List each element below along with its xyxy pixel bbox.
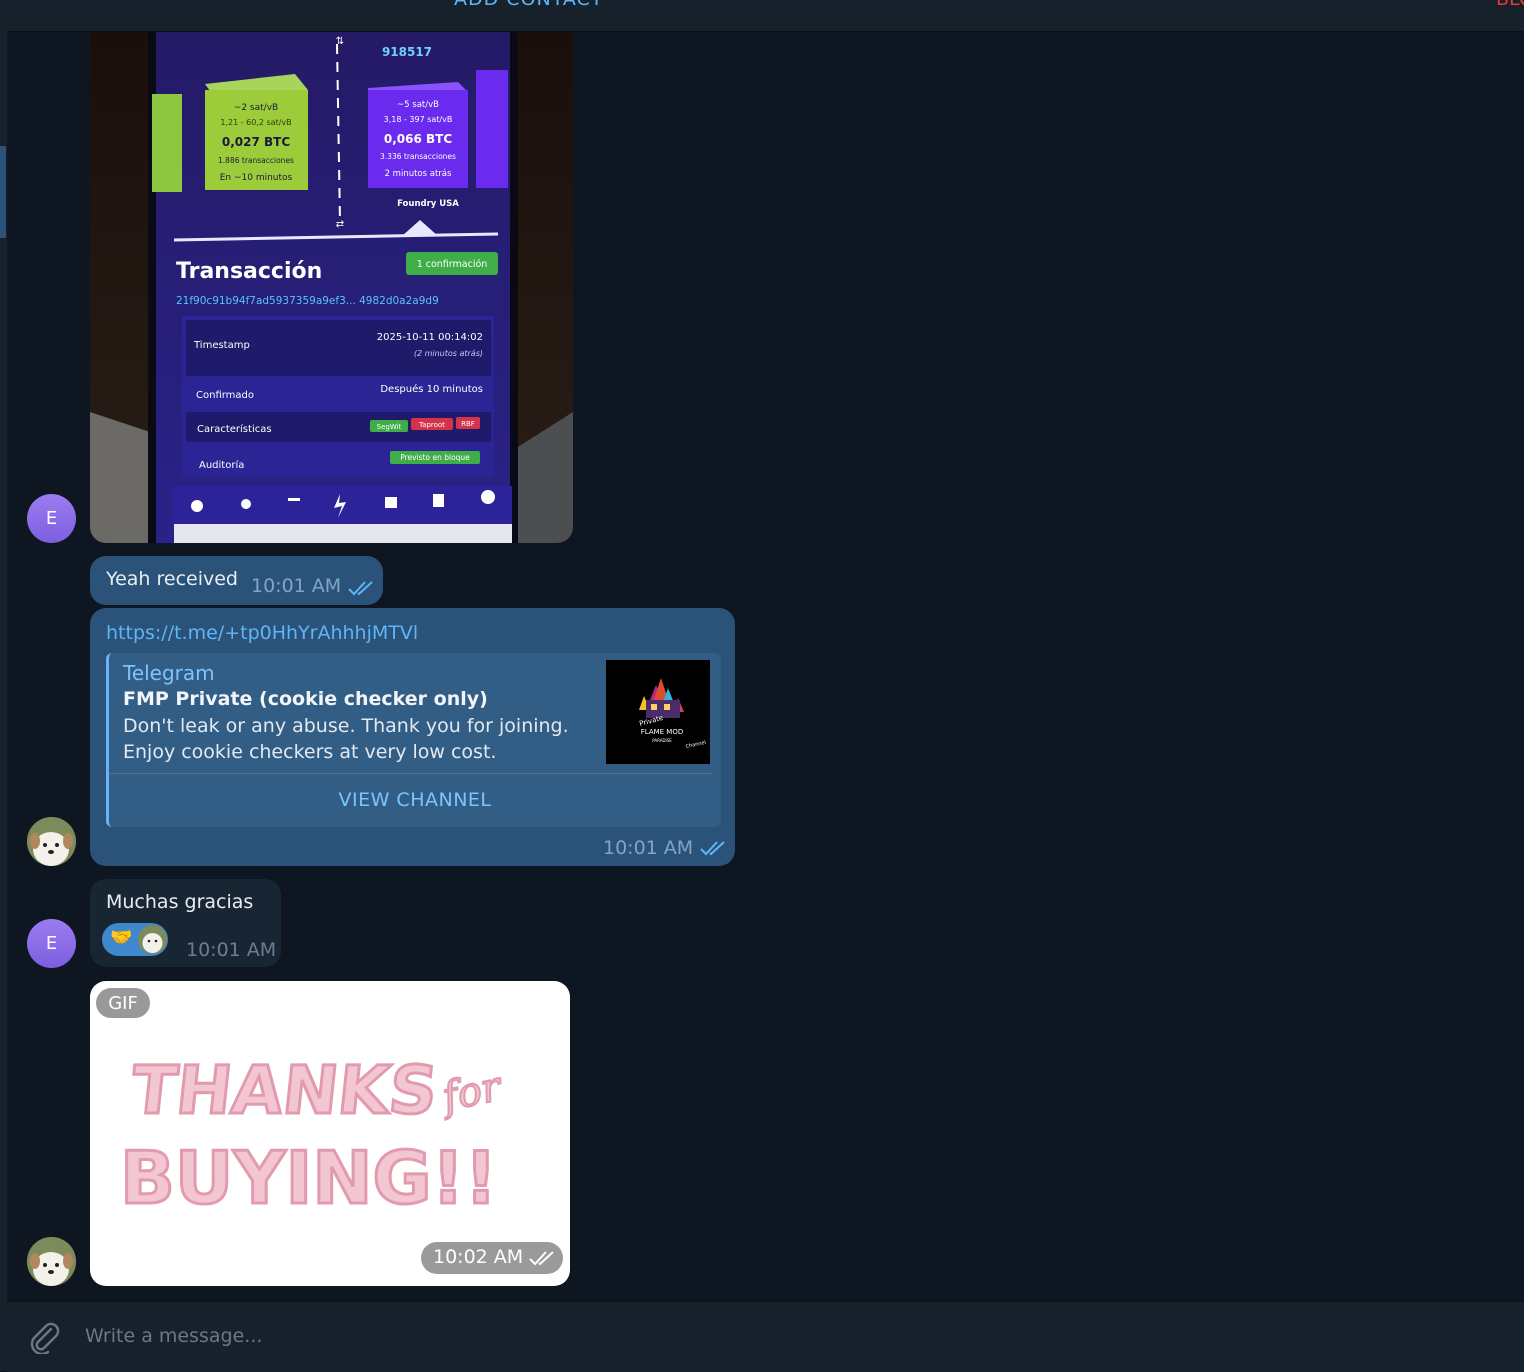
channel-thumbnail: Private FLAME MOD PARADISE Channel	[606, 660, 710, 764]
add-contact-button[interactable]: ADD CONTACT	[454, 0, 603, 10]
read-checkmarks-icon	[700, 841, 725, 856]
photo-tag-taproot: Taproot	[418, 421, 445, 429]
gif-timestamp: 10:02 AM	[421, 1242, 563, 1274]
message-time: 10:01 AM	[186, 939, 277, 961]
photo-left-eta: En ~10 minutos	[220, 173, 293, 183]
message-yeah-received[interactable]: Yeah received 10:01 AM	[90, 556, 383, 605]
my-avatar[interactable]	[27, 817, 76, 866]
photo-confirm-badge: 1 confirmación	[417, 259, 488, 270]
preview-divider	[109, 773, 713, 774]
svg-text:FLAME MOD: FLAME MOD	[641, 728, 684, 736]
message-time: 10:02 AM	[433, 1246, 524, 1268]
message-time: 10:01 AM	[251, 575, 342, 597]
photo-tag-rbf: RBF	[461, 420, 475, 428]
photo-timestamp-label: Timestamp	[193, 340, 250, 351]
photo-confirmed-label: Confirmado	[196, 390, 254, 401]
message-muchas-gracias[interactable]: Muchas gracias 🤝 10:01 AM	[90, 879, 281, 967]
thanks-for-buying-gif: THANKS for BUYING!!	[119, 1051, 509, 1222]
svg-text:PARADISE: PARADISE	[652, 738, 672, 743]
photo-audit-value: Previsto en bloque	[400, 453, 470, 462]
chat-list-edge	[0, 31, 7, 1371]
block-button[interactable]: BLOCK	[1496, 0, 1524, 10]
attach-icon[interactable]	[27, 1320, 61, 1354]
photo-title: Transacción	[176, 259, 322, 284]
gif-message[interactable]: GIF THANKS for BUYING!! 10:02 AM	[90, 981, 570, 1286]
gif-badge: GIF	[96, 988, 150, 1018]
message-link-preview[interactable]: https://t.me/+tp0HhYrAhhhjMTVl Telegram …	[90, 608, 735, 866]
photo-block-number: 918517	[382, 45, 432, 59]
photo-features-label: Características	[197, 423, 272, 435]
photo-message[interactable]: ~2 sat/vB 1,21 - 60,2 sat/vB 0,027 BTC 1…	[90, 32, 573, 543]
photo-right-fee: ~5 sat/vB	[397, 100, 439, 110]
contact-avatar[interactable]: E	[27, 919, 76, 968]
avatar-initial: E	[45, 933, 58, 954]
photo-audit-label: Auditoría	[199, 459, 244, 471]
photo-left-tx: 1.886 transacciones	[218, 156, 294, 165]
selected-chat-indicator	[0, 146, 6, 238]
photo-right-eta: 2 minutos atrás	[385, 169, 452, 179]
photo-txid: 21f90c91b94f7ad5937359a9ef3... 4982d0a2a…	[176, 295, 439, 307]
preview-description: Don't leak or any abuse. Thank you for j…	[123, 715, 569, 763]
svg-text:THANKS: THANKS	[128, 1052, 441, 1129]
message-text: Yeah received	[106, 568, 238, 590]
photo-right-tx: 3.336 transacciones	[380, 152, 456, 161]
photo-right-range: 3,18 - 397 sat/vB	[384, 115, 453, 124]
svg-text:BUYING!!: BUYING!!	[120, 1136, 497, 1220]
reactor-avatar	[138, 925, 167, 954]
view-channel-button[interactable]: VIEW CHANNEL	[109, 789, 721, 811]
handshake-icon: 🤝	[110, 927, 133, 948]
photo-left-amount: 0,027 BTC	[222, 135, 290, 149]
my-avatar[interactable]	[27, 1237, 76, 1286]
message-time: 10:01 AM	[603, 837, 694, 859]
message-input[interactable]	[83, 1320, 887, 1352]
photo-left-fee: ~2 sat/vB	[234, 103, 278, 113]
message-composer	[7, 1301, 1524, 1372]
contact-avatar[interactable]: E	[27, 494, 76, 543]
chat-header: ADD CONTACT BLOCK	[0, 0, 1524, 32]
svg-text:⇄: ⇄	[336, 219, 344, 230]
invite-link[interactable]: https://t.me/+tp0HhYrAhhhjMTVl	[106, 622, 418, 644]
svg-text:for: for	[436, 1063, 508, 1121]
photo-right-amount: 0,066 BTC	[384, 132, 452, 146]
preview-site-name: Telegram	[123, 661, 215, 685]
photo-confirmed-value: Después 10 minutos	[380, 383, 483, 395]
photo-left-range: 1,21 - 60,2 sat/vB	[220, 118, 291, 127]
reaction-handshake[interactable]: 🤝	[102, 923, 168, 956]
photo-tag-segwit: SegWit	[377, 423, 402, 431]
photo-miner: Foundry USA	[397, 199, 459, 209]
avatar-initial: E	[45, 508, 58, 529]
message-text: Muchas gracias	[106, 891, 254, 913]
svg-text:⇅: ⇅	[336, 36, 344, 47]
preview-title: FMP Private (cookie checker only)	[123, 688, 488, 710]
read-checkmarks-icon	[348, 581, 373, 596]
photo-timestamp-value: 2025-10-11 00:14:02	[377, 332, 483, 343]
photo-timestamp-sub: (2 minutos atrás)	[414, 349, 483, 358]
link-preview-card[interactable]: Telegram FMP Private (cookie checker onl…	[106, 653, 721, 827]
photo-image: ~2 sat/vB 1,21 - 60,2 sat/vB 0,027 BTC 1…	[90, 32, 573, 543]
read-checkmarks-icon	[529, 1251, 554, 1266]
